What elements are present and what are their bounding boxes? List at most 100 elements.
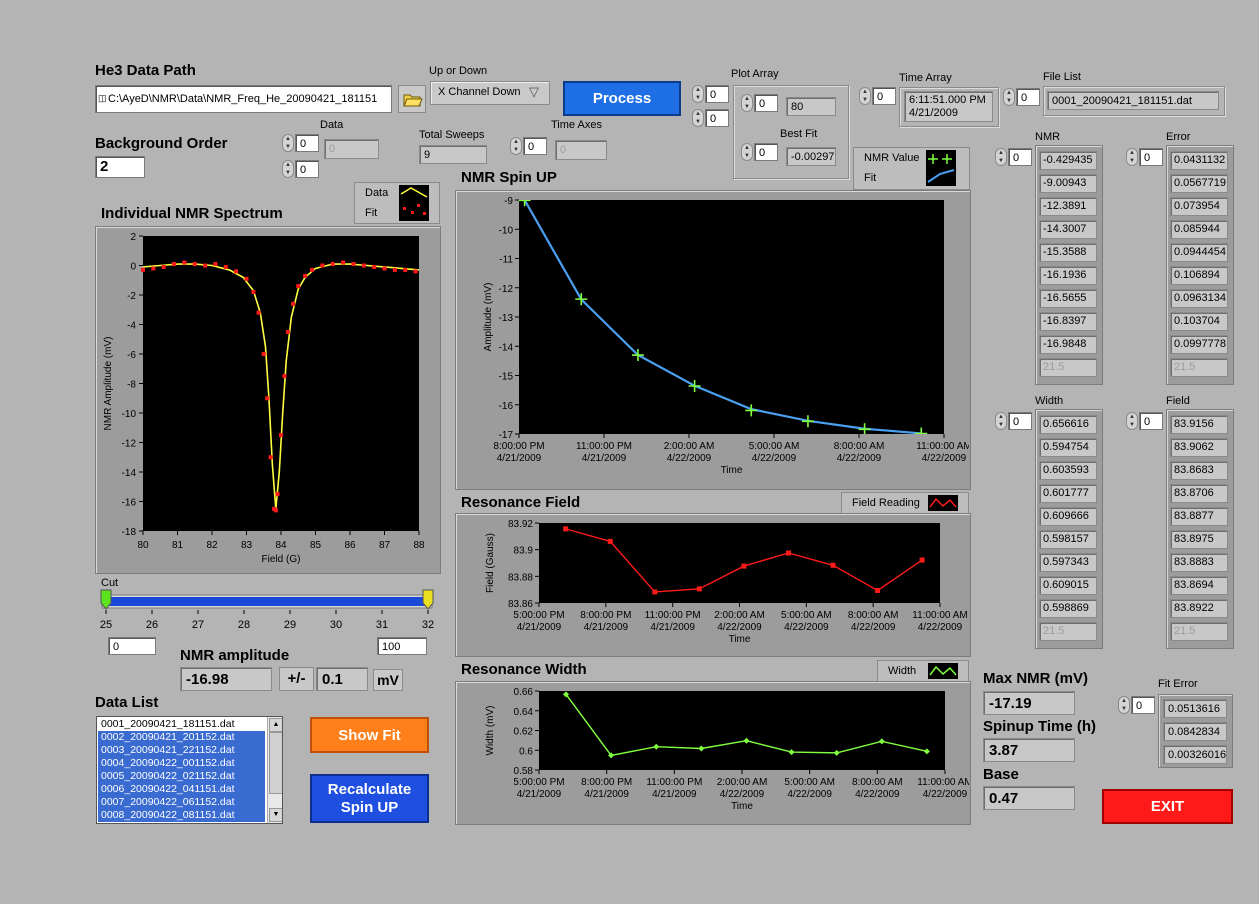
spinup-chart[interactable]: -9-10-11-12-13-14-15-16-178:00:00 PM4/21… (455, 190, 969, 488)
legend-data-dot (411, 211, 414, 214)
array-value: 0.597343 (1039, 553, 1097, 572)
browse-folder-button[interactable] (398, 85, 426, 113)
time-array-index[interactable]: 0 (872, 87, 896, 105)
width-col-label: Width (1035, 395, 1064, 407)
x-tick-label-date: 4/22/2009 (837, 453, 882, 464)
data-index2-spinner[interactable]: ▲ ▼ (282, 160, 294, 178)
nmr-col-spinner[interactable]: ▲ ▼ (995, 148, 1007, 166)
x-axis-label: Time (729, 634, 751, 645)
data-index2[interactable]: 0 (295, 160, 319, 178)
field-col-index[interactable]: 0 (1139, 412, 1163, 430)
recalc-line2: Spin UP (340, 798, 399, 816)
scroll-down-icon[interactable]: ▼ (269, 808, 282, 822)
y-tick-label: -12 (122, 439, 137, 450)
scroll-up-icon[interactable]: ▲ (269, 718, 282, 732)
show-fit-button[interactable]: Show Fit (310, 717, 429, 753)
width-legend-swatch (928, 663, 958, 679)
fit-error-value-2: 0.00326016 (1163, 745, 1227, 764)
x-tick-label-time: 8:00:00 AM (834, 441, 885, 452)
he3-path-input[interactable]: C:\AyeD\NMR\Data\NMR_Freq_He_20090421_18… (95, 85, 392, 113)
x-tick-label-date: 4/22/2009 (720, 789, 765, 800)
data-list-item[interactable]: 0006_20090422_041151.dat (98, 783, 265, 796)
array-value: 0.603593 (1039, 461, 1097, 480)
data-point (141, 267, 145, 272)
data-list-item[interactable]: 0005_20090422_021152.dat (98, 770, 265, 783)
time-axes-index[interactable]: 0 (523, 137, 547, 155)
data-point (413, 269, 418, 274)
plot-array-index1-spinner[interactable]: ▲ ▼ (692, 85, 704, 103)
fit-error-index[interactable]: 0 (1131, 696, 1155, 714)
error-col-spinner[interactable]: ▲ ▼ (1126, 148, 1138, 166)
data-point (341, 260, 346, 265)
recalculate-spinup-button[interactable]: Recalculate Spin UP (310, 774, 429, 823)
file-list-label: File List (1043, 71, 1081, 83)
width-col-spinner[interactable]: ▲ ▼ (995, 412, 1007, 430)
x-axis-label: Field (G) (262, 554, 301, 565)
y-tick-label: 0.62 (514, 727, 534, 738)
best-fit-index[interactable]: 0 (754, 143, 778, 161)
error-col-index[interactable]: 0 (1139, 148, 1163, 166)
best-fit-spinner[interactable]: ▲ ▼ (741, 143, 753, 161)
width-chart[interactable]: 0.660.640.620.60.585:00:00 PM4/21/20098:… (455, 681, 969, 823)
array-value: 0.598869 (1039, 599, 1097, 618)
scroll-thumb[interactable] (269, 732, 282, 794)
field-point (652, 589, 658, 595)
plot-array-index2[interactable]: 0 (705, 109, 729, 127)
exit-button[interactable]: EXIT (1102, 789, 1233, 824)
data-list-item[interactable]: 0001_20090421_181151.dat (98, 718, 265, 731)
time-array-label: Time Array (899, 72, 952, 84)
slider-tick-label: 29 (284, 619, 296, 631)
data-index1[interactable]: 0 (295, 134, 319, 152)
nmr-col-index[interactable]: 0 (1008, 148, 1032, 166)
x-tick-label-date: 4/21/2009 (497, 453, 542, 464)
x-tick-label-time: 8:00:00 PM (580, 610, 631, 621)
plot-array-inner-spinner[interactable]: ▲ ▼ (741, 94, 753, 112)
x-tick-label-time: 11:00:00 PM (645, 610, 701, 621)
plot-array-inner-index[interactable]: 0 (754, 94, 778, 112)
file-list-value: 0001_20090421_181151.dat (1047, 91, 1219, 110)
time-axes-spinner[interactable]: ▲ ▼ (510, 137, 522, 155)
data-point (291, 301, 296, 306)
plot-array-index2-spinner[interactable]: ▲ ▼ (692, 109, 704, 127)
x-tick-label: 86 (344, 540, 356, 551)
folder-icon (403, 94, 423, 107)
data-list-item[interactable]: 0007_20090422_061152.dat (98, 796, 265, 809)
array-value: 0.0431132 (1170, 151, 1228, 170)
x-tick-label: 81 (172, 540, 184, 551)
array-value: -16.5655 (1039, 289, 1097, 308)
time-axes-value: 0 (555, 140, 607, 160)
field-legend-swatch (928, 495, 958, 511)
field-chart[interactable]: 83.9283.983.8883.865:00:00 PM4/21/20098:… (455, 513, 969, 655)
file-list-index[interactable]: 0 (1016, 88, 1040, 106)
data-list-scrollbar[interactable]: ▲ ▼ (267, 717, 282, 823)
file-list-spinner[interactable]: ▲ ▼ (1003, 88, 1015, 106)
y-tick-label: 0.66 (514, 687, 534, 698)
background-order-input[interactable]: 2 (95, 156, 145, 178)
data-list-item[interactable]: 0008_20090422_081151.dat (98, 809, 265, 822)
data-list-box[interactable]: 0001_20090421_181151.dat 0002_20090421_20… (96, 716, 283, 824)
data-list-item[interactable]: 0002_20090421_201152.dat (98, 731, 265, 744)
data-index1-spinner[interactable]: ▲ ▼ (282, 134, 294, 152)
cut-max-input[interactable]: 100 (377, 637, 427, 655)
process-button[interactable]: Process (563, 81, 681, 116)
spectrum-chart[interactable]: 2 0 -2 -4 -6 -8 -10 -12 -14 -16 -1880 81 82 83 84 85 86 8… (95, 226, 439, 572)
fit-error-spinner[interactable]: ▲ ▼ (1118, 696, 1130, 714)
up-down-select[interactable]: X Channel Down ▽ (430, 81, 550, 105)
array-value: 0.609015 (1039, 576, 1097, 595)
slider-tick-label: 30 (330, 619, 342, 631)
data-point (182, 260, 187, 265)
data-point (279, 433, 283, 438)
cut-slider[interactable]: 25 26 27 28 29 30 31 32 (95, 587, 440, 635)
fit-error-value-1: 0.0842834 (1163, 722, 1227, 741)
time-array-spinner[interactable]: ▲ ▼ (859, 87, 871, 105)
cut-min-input[interactable]: 0 (108, 637, 156, 655)
data-list-item[interactable]: 0004_20090422_001152.dat (98, 757, 265, 770)
legend-field-label: Field Reading (852, 497, 920, 509)
field-col-spinner[interactable]: ▲ ▼ (1126, 412, 1138, 430)
data-point (330, 262, 335, 267)
data-list-item[interactable]: 0003_20090421_221152.dat (98, 744, 265, 757)
plot-array-index1[interactable]: 0 (705, 85, 729, 103)
width-col-index[interactable]: 0 (1008, 412, 1032, 430)
y-tick-label: -10 (499, 225, 514, 236)
time-array-time: 6:11:51.000 PM (909, 94, 986, 106)
